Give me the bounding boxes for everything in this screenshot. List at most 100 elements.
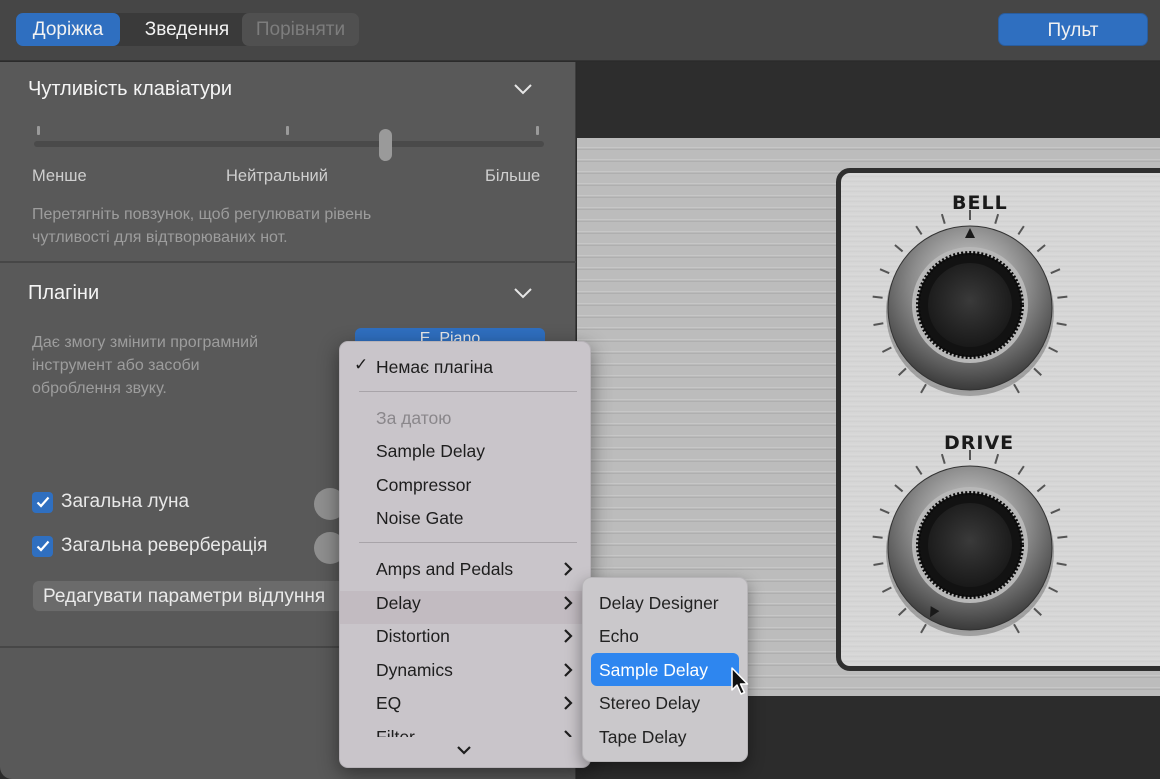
- slider-tick: [286, 126, 289, 135]
- knob-scale-tick: [1017, 225, 1025, 236]
- sensitivity-slider-thumb[interactable]: [379, 129, 393, 161]
- knob-scale-tick: [1056, 322, 1067, 327]
- knob-scale-tick: [1036, 244, 1046, 253]
- console-button[interactable]: Пульт: [998, 13, 1148, 46]
- description-line: Дає змогу змінити програмний: [32, 334, 259, 351]
- menu-item-no-plugin[interactable]: Немає плагіна: [376, 355, 493, 379]
- send-echo-label: Загальна луна: [61, 491, 190, 512]
- knob-scale-tick: [1057, 535, 1068, 539]
- slider-label-more: Більше: [485, 167, 541, 185]
- slider-tick: [536, 126, 539, 135]
- knob-scale-tick: [915, 225, 923, 236]
- submenu-arrow-icon: [564, 730, 572, 737]
- knob-scale-tick: [894, 244, 904, 253]
- menu-item-filter[interactable]: Filter: [376, 725, 415, 737]
- knob-scale-tick: [881, 586, 892, 593]
- knob-scale-tick: [1050, 508, 1061, 515]
- send-reverb-label: Загальна реверберація: [61, 535, 268, 556]
- plugins-title: Плагіни: [28, 282, 100, 304]
- keyboard-sensitivity-title: Чутливість клавіатури: [28, 78, 233, 100]
- menu-item-delay[interactable]: Delay: [376, 591, 421, 615]
- knob-scale-tick: [1033, 607, 1042, 616]
- collapse-plugins-chevron-icon[interactable]: [513, 286, 533, 306]
- bell-knob[interactable]: [870, 208, 1070, 408]
- knob-scale-tick: [915, 465, 923, 476]
- knob-cap: [928, 263, 1012, 347]
- knob-scale-tick: [879, 268, 890, 275]
- knob-scale-tick: [894, 484, 904, 493]
- description-line: інструмент або засоби: [32, 357, 200, 374]
- submenu-arrow-icon: [564, 663, 573, 677]
- delay-submenu: Delay Designer Echo Sample Delay Stereo …: [582, 577, 748, 762]
- submenu-arrow-icon: [564, 629, 573, 643]
- view-segmented-control: Доріжка Зведення: [16, 13, 255, 46]
- knob-scale-tick: [994, 213, 1000, 224]
- checkbox-checked[interactable]: [32, 491, 53, 513]
- plugins-description: Дає змогу змінити програмний інструмент …: [32, 331, 258, 400]
- knob-scale-tick: [1013, 623, 1020, 634]
- knob-scale-tick: [920, 383, 927, 394]
- menu-item-recent[interactable]: Sample Delay: [376, 439, 485, 463]
- instrument-header-area: [577, 62, 1160, 139]
- submenu-item-stereo-delay[interactable]: Stereo Delay: [599, 691, 700, 715]
- sensitivity-hint: Перетягніть повзунок, щоб регулювати рів…: [32, 203, 371, 249]
- menu-item-recent[interactable]: Compressor: [376, 473, 471, 497]
- knob-scale-tick: [872, 535, 883, 539]
- slider-label-neutral: Нейтральний: [226, 167, 328, 185]
- hint-line: чутливості для відтворюваних нот.: [32, 229, 288, 246]
- collapse-keyboard-sensitivity-chevron-icon[interactable]: [513, 82, 533, 102]
- menu-separator: [359, 391, 577, 392]
- edit-echo-settings-button[interactable]: Редагувати параметри відлуння: [32, 580, 372, 612]
- menu-item-eq[interactable]: EQ: [376, 691, 401, 715]
- knob-scale-tick: [1013, 383, 1020, 394]
- knob-scale-tick: [940, 453, 946, 464]
- checkbox-checked[interactable]: [32, 535, 53, 557]
- hint-line: Перетягніть повзунок, щоб регулювати рів…: [32, 206, 372, 223]
- sensitivity-slider-track[interactable]: [34, 141, 544, 147]
- menu-header-by-date: За датою: [376, 408, 452, 428]
- slider-label-less: Менше: [32, 167, 87, 185]
- submenu-arrow-icon: [564, 596, 573, 610]
- menu-separator: [359, 542, 577, 543]
- slider-tick: [37, 126, 40, 135]
- knob-scale-tick: [879, 508, 890, 515]
- tab-mix[interactable]: Зведення: [122, 13, 252, 46]
- menu-item-recent[interactable]: Noise Gate: [376, 506, 464, 530]
- menu-item-amps-and-pedals[interactable]: Amps and Pedals: [376, 557, 513, 581]
- knob-scale-tick: [1057, 295, 1068, 299]
- checkmark-icon: ✓: [354, 355, 369, 374]
- knob-scale-tick: [1017, 465, 1025, 476]
- knob-scale-tick: [881, 346, 892, 353]
- submenu-item-sample-delay[interactable]: Sample Delay: [599, 658, 708, 682]
- knob-scale-tick: [898, 607, 907, 616]
- submenu-arrow-icon: [564, 562, 573, 576]
- top-toolbar: Доріжка Зведення Порівняти Пульт: [0, 0, 1160, 61]
- menu-item-distortion[interactable]: Distortion: [376, 624, 450, 648]
- knob-scale-tick: [920, 623, 927, 634]
- drive-knob[interactable]: [870, 448, 1070, 648]
- knob-scale-tick: [1048, 346, 1059, 353]
- description-line: оброблення звуку.: [32, 380, 167, 397]
- knob-scale-tick: [1036, 484, 1046, 493]
- knob-scale-tick: [940, 213, 946, 224]
- send-echo-row[interactable]: Загальна луна: [32, 490, 189, 514]
- knob-cap: [928, 503, 1012, 587]
- knob-scale-tick: [1050, 268, 1061, 275]
- menu-item-dynamics[interactable]: Dynamics: [376, 658, 453, 682]
- submenu-item-echo[interactable]: Echo: [599, 624, 639, 648]
- scroll-down-chevron-icon[interactable]: [456, 744, 472, 756]
- knob-scale-tick: [994, 453, 1000, 464]
- knob-scale-tick: [1033, 367, 1042, 376]
- tab-track[interactable]: Доріжка: [16, 13, 120, 46]
- compare-button[interactable]: Порівняти: [242, 13, 359, 46]
- submenu-item-tape-delay[interactable]: Tape Delay: [599, 725, 687, 749]
- knob-scale-tick: [873, 322, 884, 327]
- knob-scale-tick: [1056, 562, 1067, 567]
- submenu-item-delay-designer[interactable]: Delay Designer: [599, 591, 719, 615]
- mouse-pointer-icon: [731, 667, 749, 695]
- submenu-arrow-icon: [564, 696, 573, 710]
- knob-scale-tick: [898, 367, 907, 376]
- send-reverb-row[interactable]: Загальна реверберація: [32, 534, 267, 558]
- plugin-menu: ✓ Немає плагіна За датою Sample Delay Co…: [339, 341, 591, 768]
- section-divider: [0, 261, 576, 263]
